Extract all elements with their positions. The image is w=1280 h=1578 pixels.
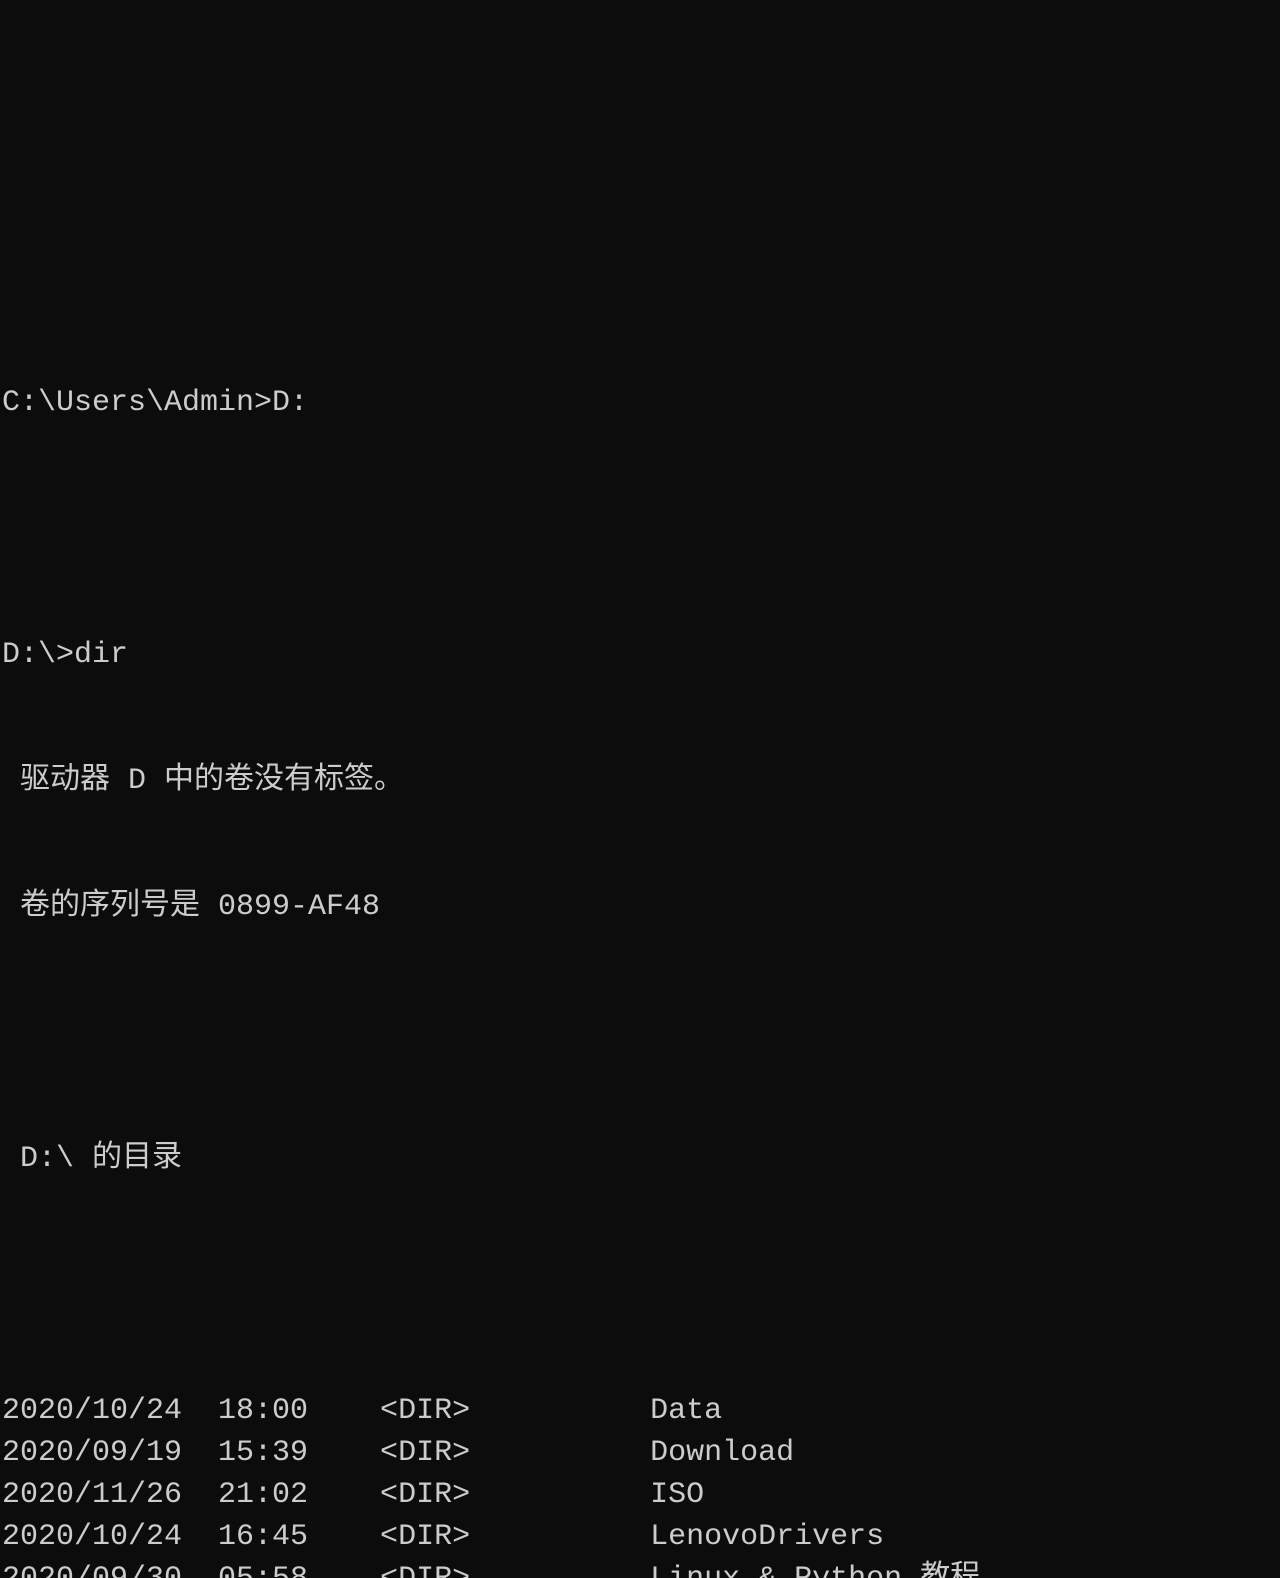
dir-entry: 2020/09/30 05:58 <DIR> Linux & Python 教程 (2, 1558, 1278, 1578)
dir-header: D:\ 的目录 (2, 1138, 1278, 1180)
dir-entry: 2020/10/24 18:00 <DIR> Data (2, 1390, 1278, 1432)
prompt-path: D:\> (2, 638, 74, 672)
dir-entry: 2020/09/19 15:39 <DIR> Download (2, 1432, 1278, 1474)
volume-serial-line: 卷的序列号是 0899-AF48 (2, 886, 1278, 928)
prompt-line-1: C:\Users\Admin>D: (2, 382, 1278, 424)
volume-info-line: 驱动器 D 中的卷没有标签。 (2, 760, 1278, 802)
terminal-output[interactable]: C:\Users\Admin>D: D:\>dir 驱动器 D 中的卷没有标签。… (0, 168, 1280, 1578)
dir-entry: 2020/11/26 21:02 <DIR> ISO (2, 1474, 1278, 1516)
prompt-line-2: D:\>dir (2, 634, 1278, 676)
dir-listing: 2020/10/24 18:00 <DIR> Data2020/09/19 15… (2, 1390, 1278, 1578)
prompt-path: C:\Users\Admin> (2, 386, 272, 420)
dir-entry: 2020/10/24 16:45 <DIR> LenovoDrivers (2, 1516, 1278, 1558)
command-text: dir (74, 638, 128, 672)
command-text: D: (272, 386, 308, 420)
